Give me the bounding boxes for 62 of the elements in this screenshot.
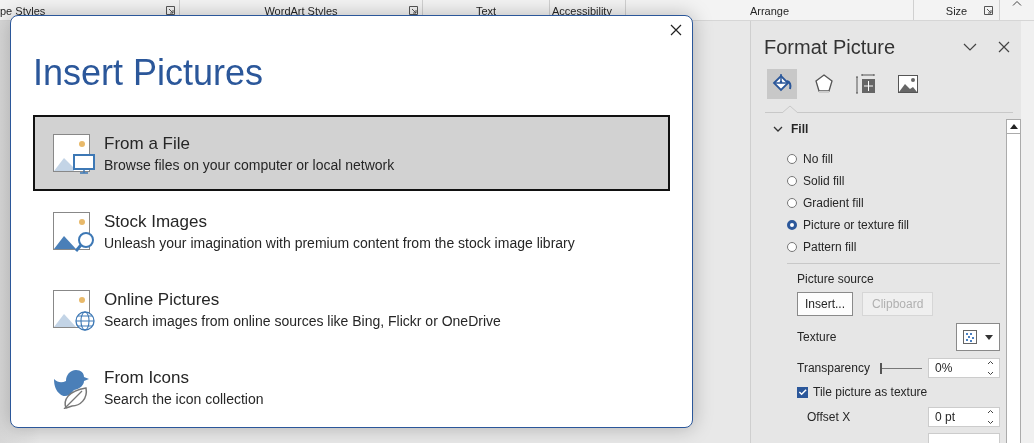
checkbox-label[interactable]: Tile picture as texture [813,385,928,399]
radio-button[interactable] [787,198,797,208]
radio-label[interactable]: No fill [803,152,833,166]
slider-thumb[interactable] [879,362,882,374]
picture-magnifier-icon [52,209,96,253]
option-description: Search the icon collection [104,390,264,407]
radio-label[interactable]: Picture or texture fill [803,218,910,232]
option-title: From a File [104,133,191,154]
ribbon-group-label: WordArt Styles [264,4,338,17]
dialog-launcher-icon[interactable] [166,6,175,15]
section-header[interactable]: Fill [791,122,809,136]
checkbox[interactable] [797,386,808,398]
picture-source-label: Picture source [797,272,875,286]
radio-button[interactable] [787,176,797,186]
pane-title: Format Picture [764,35,897,59]
insert-option[interactable]: From a File Browse files on your computer or local network [33,115,670,191]
radio-label[interactable]: Solid fill [803,174,845,188]
option-title: From Icons [104,367,191,388]
insert-option[interactable]: Stock Images Unleash your imagination with premium content from the stock image library [33,193,670,269]
ribbon-group-label: Accessibility [552,4,612,17]
ribbon-group-label: Size [945,4,968,17]
option-title: Online Pictures [104,289,221,310]
spinner-arrows-icon[interactable] [987,409,994,425]
chevron-down-icon[interactable] [963,41,977,53]
source-button[interactable]: Insert... [797,292,853,316]
offset-x-field[interactable]: 0 pt [928,407,1000,427]
picture-monitor-icon [52,131,96,175]
pane-tab[interactable] [767,69,797,99]
insert-option[interactable]: From Icons Search the icon collection [33,349,670,425]
dialog-launcher-icon[interactable] [409,6,418,15]
close-icon[interactable] [670,24,682,36]
chevron-icon[interactable] [773,126,783,132]
ribbon-group-label: Text [475,4,497,17]
insert-option[interactable]: Online Pictures Search images from online sources like Bing, Flickr or OneDrive [33,271,670,347]
radio-button[interactable] [787,220,797,230]
picture-icon [896,72,920,96]
ribbon-group-label: pe Styles [0,4,46,17]
option-description: Browse files on your computer or local network [104,156,395,173]
pentagon-icon [812,72,836,96]
radio-button[interactable] [787,154,797,164]
close-icon[interactable] [997,41,1011,53]
texture-swatch-icon [963,330,977,344]
option-description: Unleash your imagination with premium content from the stock image library [104,234,575,251]
texture-dropdown[interactable] [956,323,1000,351]
transparency-label: Transparency [797,361,870,375]
offset-x-label: Offset X [807,410,851,424]
scrollbar[interactable] [1006,119,1021,443]
spinner-arrows-icon[interactable] [987,360,994,376]
size-position-icon [854,72,878,96]
option-title: Stock Images [104,211,208,232]
dialog-launcher-icon[interactable] [984,6,993,15]
transparency-field[interactable]: 0% [928,358,1000,378]
option-description: Search images from online sources like Bing, Flickr or OneDrive [104,312,501,329]
picture-globe-icon [52,287,96,331]
dropdown-arrow-icon [985,334,993,340]
radio-label[interactable]: Gradient fill [803,196,864,210]
radio-label[interactable]: Pattern fill [803,240,857,254]
dialog-title: Insert Pictures [33,51,265,95]
radio-button[interactable] [787,242,797,252]
scroll-up-icon[interactable] [1009,124,1018,129]
texture-label: Texture [797,330,837,344]
ribbon-group-label: Arrange [749,4,790,17]
